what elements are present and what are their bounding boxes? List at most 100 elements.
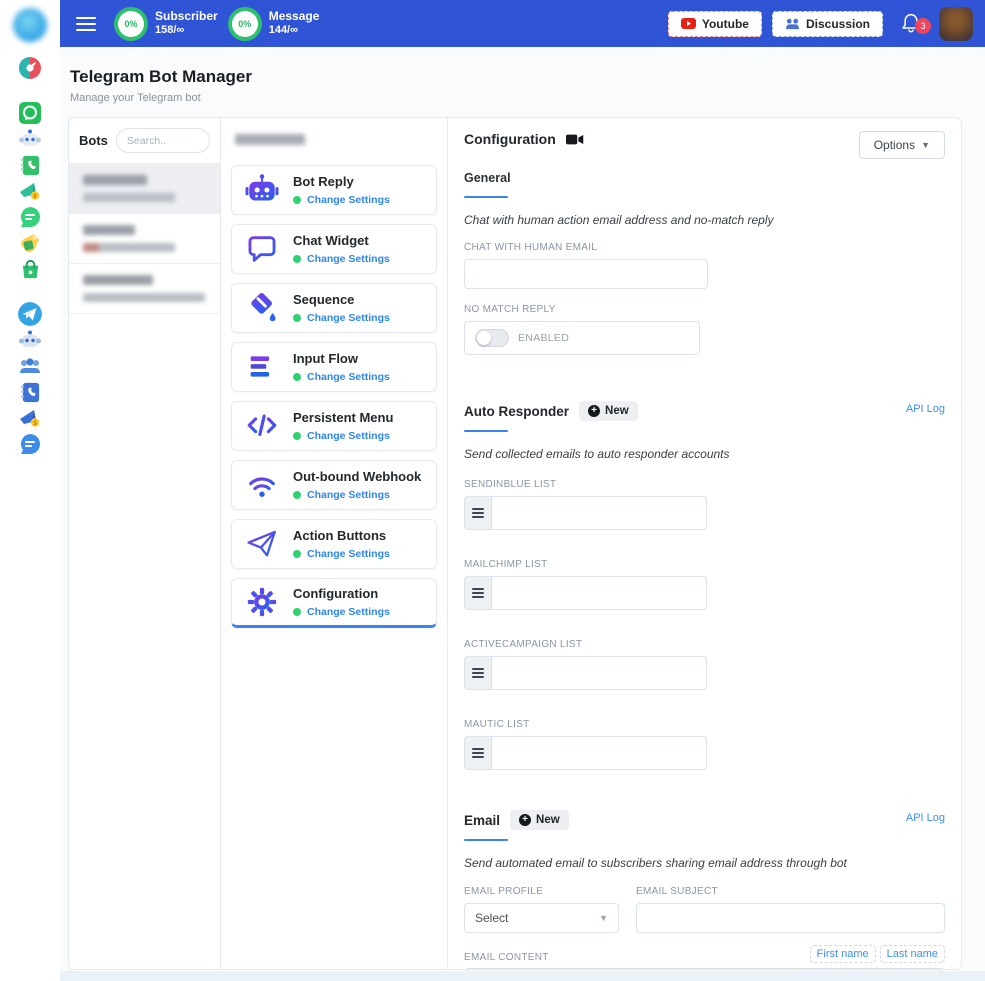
feature-card-sequence[interactable]: Sequence Change Settings — [231, 283, 437, 333]
change-settings-link[interactable]: Change Settings — [307, 371, 390, 383]
auto-responder-api-log-link[interactable]: API Log — [906, 403, 945, 415]
feature-title: Action Buttons — [293, 528, 390, 543]
discussion-button[interactable]: Discussion — [772, 11, 883, 37]
email-new-button[interactable]: + New — [510, 810, 569, 830]
list-menu-icon[interactable] — [465, 657, 492, 689]
change-settings-link[interactable]: Change Settings — [307, 253, 390, 265]
feature-title: Bot Reply — [293, 174, 390, 189]
discussion-button-label: Discussion — [806, 17, 870, 31]
change-settings-link[interactable]: Change Settings — [307, 194, 390, 206]
tab-general[interactable]: General — [464, 171, 511, 185]
user-avatar[interactable] — [939, 7, 973, 41]
notification-badge: 3 — [915, 18, 931, 34]
subscriber-label: Subscriber — [155, 9, 218, 24]
youtube-button[interactable]: Youtube — [668, 11, 762, 37]
bots-search-input[interactable] — [116, 128, 210, 153]
list-menu-icon[interactable] — [465, 577, 492, 609]
video-camera-icon[interactable] — [566, 133, 584, 146]
section-underline — [464, 839, 508, 841]
select-value: Select — [475, 911, 508, 925]
mautic-list-input[interactable] — [492, 737, 706, 769]
feature-card-bot-reply[interactable]: Bot Reply Change Settings — [231, 165, 437, 215]
feature-card-input-flow[interactable]: Input Flow Change Settings — [231, 342, 437, 392]
features-column: Bot Reply Change Settings Chat Widget Ch… — [221, 118, 448, 969]
list-menu-icon[interactable] — [465, 737, 492, 769]
status-dot — [293, 314, 301, 322]
chat-with-human-email-label: CHAT WITH HUMAN EMAIL — [464, 242, 945, 253]
auto-responder-title: Auto Responder — [464, 404, 569, 419]
feature-card-persistent-menu[interactable]: Persistent Menu Change Settings — [231, 401, 437, 451]
store-icon[interactable] — [17, 256, 43, 282]
change-settings-link[interactable]: Change Settings — [307, 606, 390, 618]
telegram-group-icon[interactable] — [17, 353, 43, 379]
bot-list-item[interactable] — [69, 264, 220, 314]
feature-card-configuration[interactable]: Configuration Change Settings — [231, 578, 437, 628]
email-section-header: Email + New API Log — [464, 810, 945, 830]
message-stat: 0% Message 144/∞ — [228, 7, 320, 41]
selected-bot-name-redacted — [235, 134, 305, 145]
telegram-chat-icon[interactable] — [17, 431, 43, 457]
whatsapp-broadcast-icon[interactable]: $ — [17, 178, 43, 204]
tab-active-underline — [464, 196, 508, 198]
whatsapp-contacts-icon[interactable] — [17, 152, 43, 178]
code-icon — [244, 408, 280, 444]
telegram-contacts-icon[interactable] — [17, 379, 43, 405]
auto-responder-new-button[interactable]: + New — [579, 401, 638, 421]
sendinblue-list-input[interactable] — [492, 497, 706, 529]
email-content-textarea[interactable] — [464, 968, 945, 970]
integration-icon[interactable] — [17, 230, 43, 256]
plus-icon: + — [519, 814, 531, 826]
dashboard-gauge-icon[interactable] — [17, 55, 43, 81]
chevron-down-icon: ▼ — [599, 913, 608, 923]
notifications-button[interactable]: 3 — [901, 12, 923, 36]
no-match-reply-toggle[interactable] — [475, 329, 509, 347]
feature-title: Chat Widget — [293, 233, 390, 248]
email-profile-select[interactable]: Select ▼ — [464, 903, 619, 933]
whatsapp-chat-icon[interactable] — [17, 204, 43, 230]
hamburger-menu-icon[interactable] — [76, 13, 96, 35]
section-underline — [464, 430, 508, 432]
list-menu-icon[interactable] — [465, 497, 492, 529]
configuration-panel: Configuration Options ▼ General Chat wit… — [448, 118, 961, 969]
feature-card-chat-widget[interactable]: Chat Widget Change Settings — [231, 224, 437, 274]
bot-subtitle-redacted — [83, 243, 175, 252]
feature-title: Configuration — [293, 586, 390, 601]
message-percent: 0% — [232, 11, 258, 37]
no-match-reply-box: ENABLED — [464, 321, 700, 355]
change-settings-link[interactable]: Change Settings — [307, 430, 390, 442]
email-first-name-button[interactable]: First name — [810, 945, 876, 963]
telegram-bot-icon[interactable] — [17, 327, 43, 353]
app-logo[interactable] — [13, 8, 47, 42]
change-settings-link[interactable]: Change Settings — [307, 548, 390, 560]
email-last-name-button[interactable]: Last name — [880, 945, 945, 963]
email-profile-label: EMAIL PROFILE — [464, 886, 619, 897]
auto-responder-description: Send collected emails to auto responder … — [464, 447, 945, 461]
email-subject-input[interactable] — [636, 903, 945, 933]
telegram-broadcast-icon[interactable]: $ — [17, 405, 43, 431]
chat-bubble-icon — [244, 231, 280, 267]
mailchimp-list-input[interactable] — [492, 577, 706, 609]
panel-title: Configuration — [464, 131, 556, 147]
change-settings-link[interactable]: Change Settings — [307, 312, 390, 324]
whatsapp-icon[interactable] — [17, 100, 43, 126]
bars-icon — [244, 349, 280, 385]
subscriber-count: 158/∞ — [155, 24, 218, 38]
telegram-icon[interactable] — [17, 301, 43, 327]
whatsapp-bot-icon[interactable] — [17, 126, 43, 152]
chat-with-human-email-input[interactable] — [464, 259, 708, 289]
status-dot — [293, 373, 301, 381]
plus-icon: + — [588, 405, 600, 417]
feature-card-action-buttons[interactable]: Action Buttons Change Settings — [231, 519, 437, 569]
wifi-icon — [244, 467, 280, 503]
change-settings-link[interactable]: Change Settings — [307, 489, 390, 501]
email-subject-label: EMAIL SUBJECT — [636, 886, 945, 897]
bot-list-item[interactable] — [69, 214, 220, 264]
bot-list-item-selected[interactable] — [69, 164, 220, 214]
activecampaign-list-input[interactable] — [492, 657, 706, 689]
email-api-log-link[interactable]: API Log — [906, 812, 945, 824]
bot-name-redacted — [83, 225, 135, 235]
feature-title: Sequence — [293, 292, 390, 307]
options-dropdown-button[interactable]: Options ▼ — [859, 131, 945, 159]
status-dot — [293, 255, 301, 263]
feature-card-outbound-webhook[interactable]: Out-bound Webhook Change Settings — [231, 460, 437, 510]
